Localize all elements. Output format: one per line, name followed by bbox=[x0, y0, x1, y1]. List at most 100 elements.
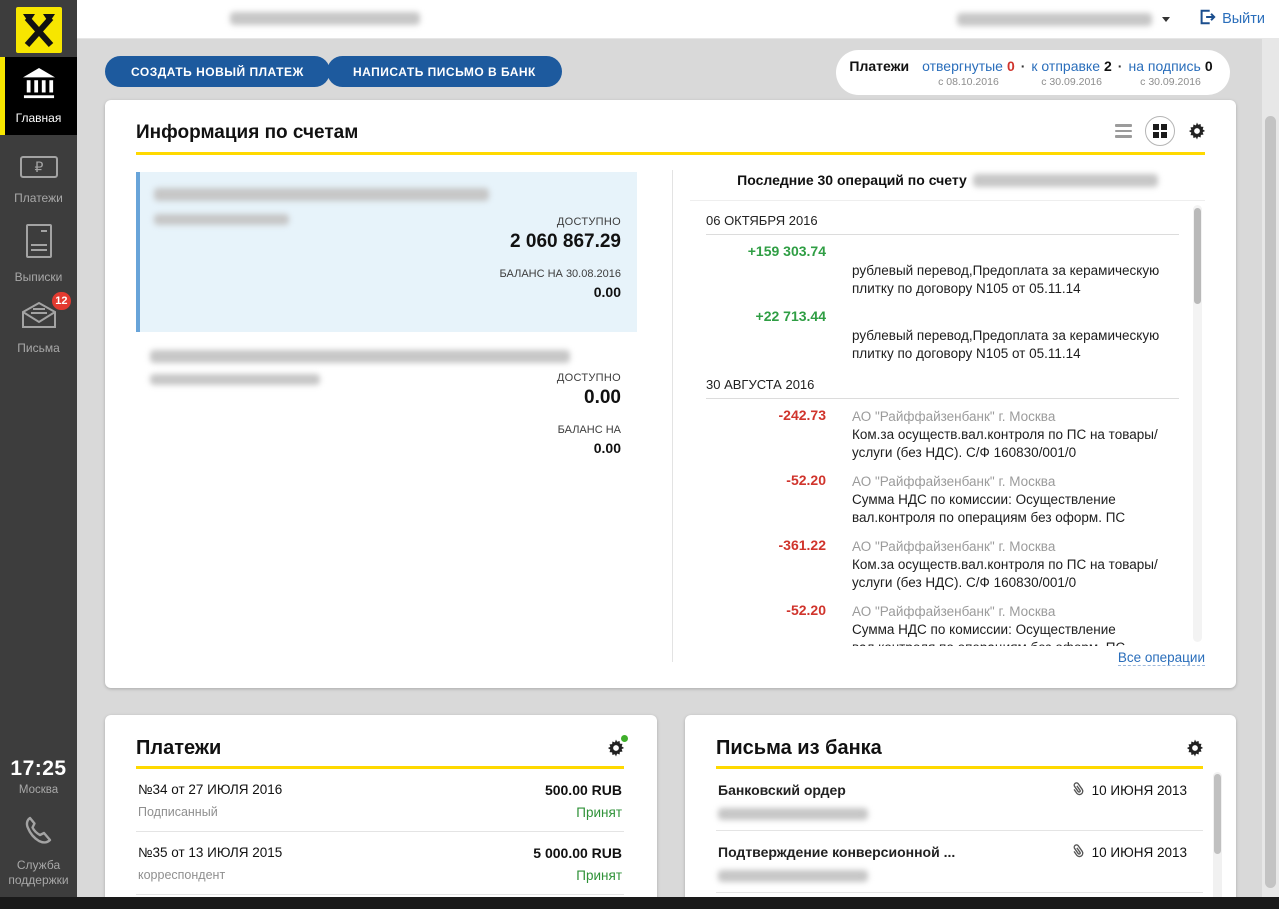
operations-title: Последние 30 операций по счету bbox=[690, 172, 1205, 188]
letters-card-title: Письма из банка bbox=[716, 737, 882, 760]
operation-row[interactable]: -52.20 АО "Райффайзенбанк" г. Москва Сум… bbox=[706, 472, 1179, 527]
letter-row[interactable]: Банковский ордер 10 ИЮНЯ 2013 bbox=[716, 769, 1203, 831]
letter-sender-redacted bbox=[718, 870, 868, 882]
payment-substatus: Подписанный bbox=[138, 805, 218, 820]
time-city: Москва bbox=[0, 784, 77, 796]
account-number-redacted bbox=[150, 350, 570, 363]
payment-row[interactable]: №35 от 13 ИЮЛЯ 2015 5 000.00 RUB корреспо… bbox=[136, 832, 624, 895]
gear-icon[interactable] bbox=[1186, 739, 1204, 757]
operations-panel: Последние 30 операций по счету 06 ОКТЯБР… bbox=[690, 172, 1205, 188]
summary-to-send-link[interactable]: к отправке2 bbox=[1031, 58, 1111, 74]
gear-icon[interactable] bbox=[1188, 122, 1206, 140]
payment-name: №34 от 27 ИЮЛЯ 2016 bbox=[138, 782, 282, 798]
column-divider bbox=[672, 170, 673, 662]
letters-icon: 12 bbox=[19, 300, 59, 335]
separator-dot: · bbox=[1021, 58, 1026, 74]
user-name-redacted[interactable] bbox=[957, 13, 1152, 26]
letters-scrollbar[interactable] bbox=[1213, 772, 1222, 909]
payment-name: №35 от 13 ИЮЛЯ 2015 bbox=[138, 845, 282, 861]
operation-description: рублевый перевод,Предоплата за керамичес… bbox=[852, 327, 1179, 363]
operation-row[interactable]: -361.22 АО "Райффайзенбанк" г. Москва Ко… bbox=[706, 537, 1179, 592]
balance-value: 0.00 bbox=[500, 284, 621, 300]
gear-icon[interactable] bbox=[607, 739, 625, 757]
logout-label: Выйти bbox=[1222, 11, 1265, 27]
operation-amount: -52.20 bbox=[706, 602, 826, 646]
balance-label: БАЛАНС НА bbox=[557, 424, 621, 436]
summary-rejected: отвергнутые0 с 08.10.2016 bbox=[922, 58, 1015, 88]
account-number-redacted bbox=[154, 188, 489, 201]
summary-to-sign: на подпись0 с 30.09.2016 bbox=[1128, 58, 1212, 88]
letter-row[interactable]: Подтверждение конверсионной ... 10 ИЮНЯ … bbox=[716, 831, 1203, 893]
operation-amount: -52.20 bbox=[706, 472, 826, 527]
letter-date: 10 ИЮНЯ 2013 bbox=[1092, 845, 1187, 860]
summary-rejected-date: с 08.10.2016 bbox=[938, 76, 999, 88]
top-bar: Выйти bbox=[77, 0, 1279, 39]
operation-row[interactable]: +22 713.44 рублевый перевод,Предоплата з… bbox=[706, 308, 1179, 363]
operations-scrollbar[interactable] bbox=[1193, 205, 1202, 642]
operation-row[interactable]: -242.73 АО "Райффайзенбанк" г. Москва Ко… bbox=[706, 407, 1179, 462]
operation-row[interactable]: +159 303.74 рублевый перевод,Предоплата … bbox=[706, 243, 1179, 298]
operations-group: 06 ОКТЯБРЯ 2016 +159 303.74 рублевый пер… bbox=[706, 209, 1179, 363]
list-view-icon[interactable] bbox=[1115, 120, 1132, 142]
operation-payee: АО "Райффайзенбанк" г. Москва bbox=[852, 537, 1179, 556]
account-subtitle-redacted bbox=[150, 374, 320, 385]
accounts-card-controls bbox=[1115, 116, 1206, 146]
balance-value: 0.00 bbox=[557, 440, 621, 456]
sidebar-item-support[interactable]: Служба поддержки bbox=[0, 815, 77, 888]
operations-list[interactable]: 06 ОКТЯБРЯ 2016 +159 303.74 рублевый пер… bbox=[690, 200, 1205, 646]
sidebar-item-letters[interactable]: 12 Письма bbox=[0, 290, 77, 364]
operation-amount: +159 303.74 bbox=[706, 243, 826, 298]
letters-scrollbar-thumb[interactable] bbox=[1214, 774, 1221, 854]
grid-view-icon[interactable] bbox=[1145, 116, 1175, 146]
operation-amount: +22 713.44 bbox=[706, 308, 826, 363]
payment-status: Принят bbox=[576, 805, 622, 820]
logout-icon bbox=[1198, 8, 1216, 30]
payment-amount: 5 000.00 RUB bbox=[533, 845, 622, 861]
time-value: 17:25 bbox=[0, 757, 77, 781]
page-scrollbar[interactable] bbox=[1262, 38, 1279, 909]
available-value: 2 060 867.29 bbox=[500, 231, 621, 253]
operation-description: Сумма НДС по комиссии: Осуществление вал… bbox=[852, 491, 1179, 527]
operations-scrollbar-thumb[interactable] bbox=[1194, 208, 1201, 304]
summary-to-sign-date: с 30.09.2016 bbox=[1140, 76, 1201, 88]
operation-row[interactable]: -52.20 АО "Райффайзенбанк" г. Москва Сум… bbox=[706, 602, 1179, 646]
sidebar-item-label: Выписки bbox=[15, 270, 63, 284]
account-tile[interactable]: ДОСТУПНО 0.00 БАЛАНС НА 0.00 bbox=[136, 344, 637, 484]
separator-dot: · bbox=[1118, 58, 1123, 74]
sidebar-item-label: Платежи bbox=[14, 191, 63, 205]
paperclip-icon bbox=[1070, 842, 1085, 862]
payment-status: Принят bbox=[576, 868, 622, 883]
sidebar-item-payments[interactable]: ₽ Платежи bbox=[0, 142, 77, 216]
accounts-card-title: Информация по счетам bbox=[136, 122, 358, 144]
summary-to-send: к отправке2 с 30.09.2016 bbox=[1031, 58, 1111, 88]
sidebar-item-home[interactable]: Главная bbox=[0, 57, 77, 135]
company-name-redacted bbox=[230, 12, 420, 25]
summary-to-send-date: с 30.09.2016 bbox=[1041, 76, 1102, 88]
page-scrollbar-thumb[interactable] bbox=[1265, 116, 1276, 888]
chevron-down-icon[interactable] bbox=[1162, 17, 1170, 22]
summary-rejected-link[interactable]: отвергнутые0 bbox=[922, 58, 1015, 74]
bank-icon bbox=[21, 68, 57, 105]
support-label: Служба поддержки bbox=[0, 858, 77, 888]
payment-row[interactable]: №34 от 27 ИЮЛЯ 2016500.00 RUB Подписанны… bbox=[136, 769, 624, 832]
all-operations-link[interactable]: Все операции bbox=[1118, 650, 1205, 666]
letter-date: 10 ИЮНЯ 2013 bbox=[1092, 783, 1187, 798]
operation-payee: АО "Райффайзенбанк" г. Москва bbox=[852, 407, 1179, 426]
payment-substatus: корреспондент bbox=[138, 868, 225, 883]
payments-card-title: Платежи bbox=[136, 737, 221, 760]
sidebar-item-statements[interactable]: Выписки bbox=[0, 216, 77, 290]
account-tile-active[interactable]: ДОСТУПНО 2 060 867.29 БАЛАНС НА 30.08.20… bbox=[136, 172, 637, 332]
summary-title: Платежи bbox=[849, 58, 909, 74]
phone-icon bbox=[22, 836, 56, 853]
payments-summary: Платежи отвергнутые0 с 08.10.2016 · к от… bbox=[836, 50, 1230, 95]
create-payment-button[interactable]: СОЗДАТЬ НОВЫЙ ПЛАТЕЖ bbox=[105, 56, 330, 87]
account-balances: ДОСТУПНО 0.00 БАЛАНС НА 0.00 bbox=[557, 372, 621, 456]
letter-title: Банковский ордер bbox=[718, 782, 846, 798]
operation-description: Сумма НДС по комиссии: Осуществление вал… bbox=[852, 621, 1179, 646]
write-letter-button[interactable]: НАПИСАТЬ ПИСЬМО В БАНК bbox=[327, 56, 562, 87]
operations-account-redacted bbox=[973, 174, 1158, 187]
summary-to-sign-link[interactable]: на подпись0 bbox=[1128, 58, 1212, 74]
logout-button[interactable]: Выйти bbox=[1198, 8, 1265, 30]
operations-group: 30 АВГУСТА 2016 -242.73 АО "Райффайзенба… bbox=[706, 373, 1179, 646]
payments-card: Платежи №34 от 27 ИЮЛЯ 2016500.00 RUB По… bbox=[105, 715, 657, 909]
